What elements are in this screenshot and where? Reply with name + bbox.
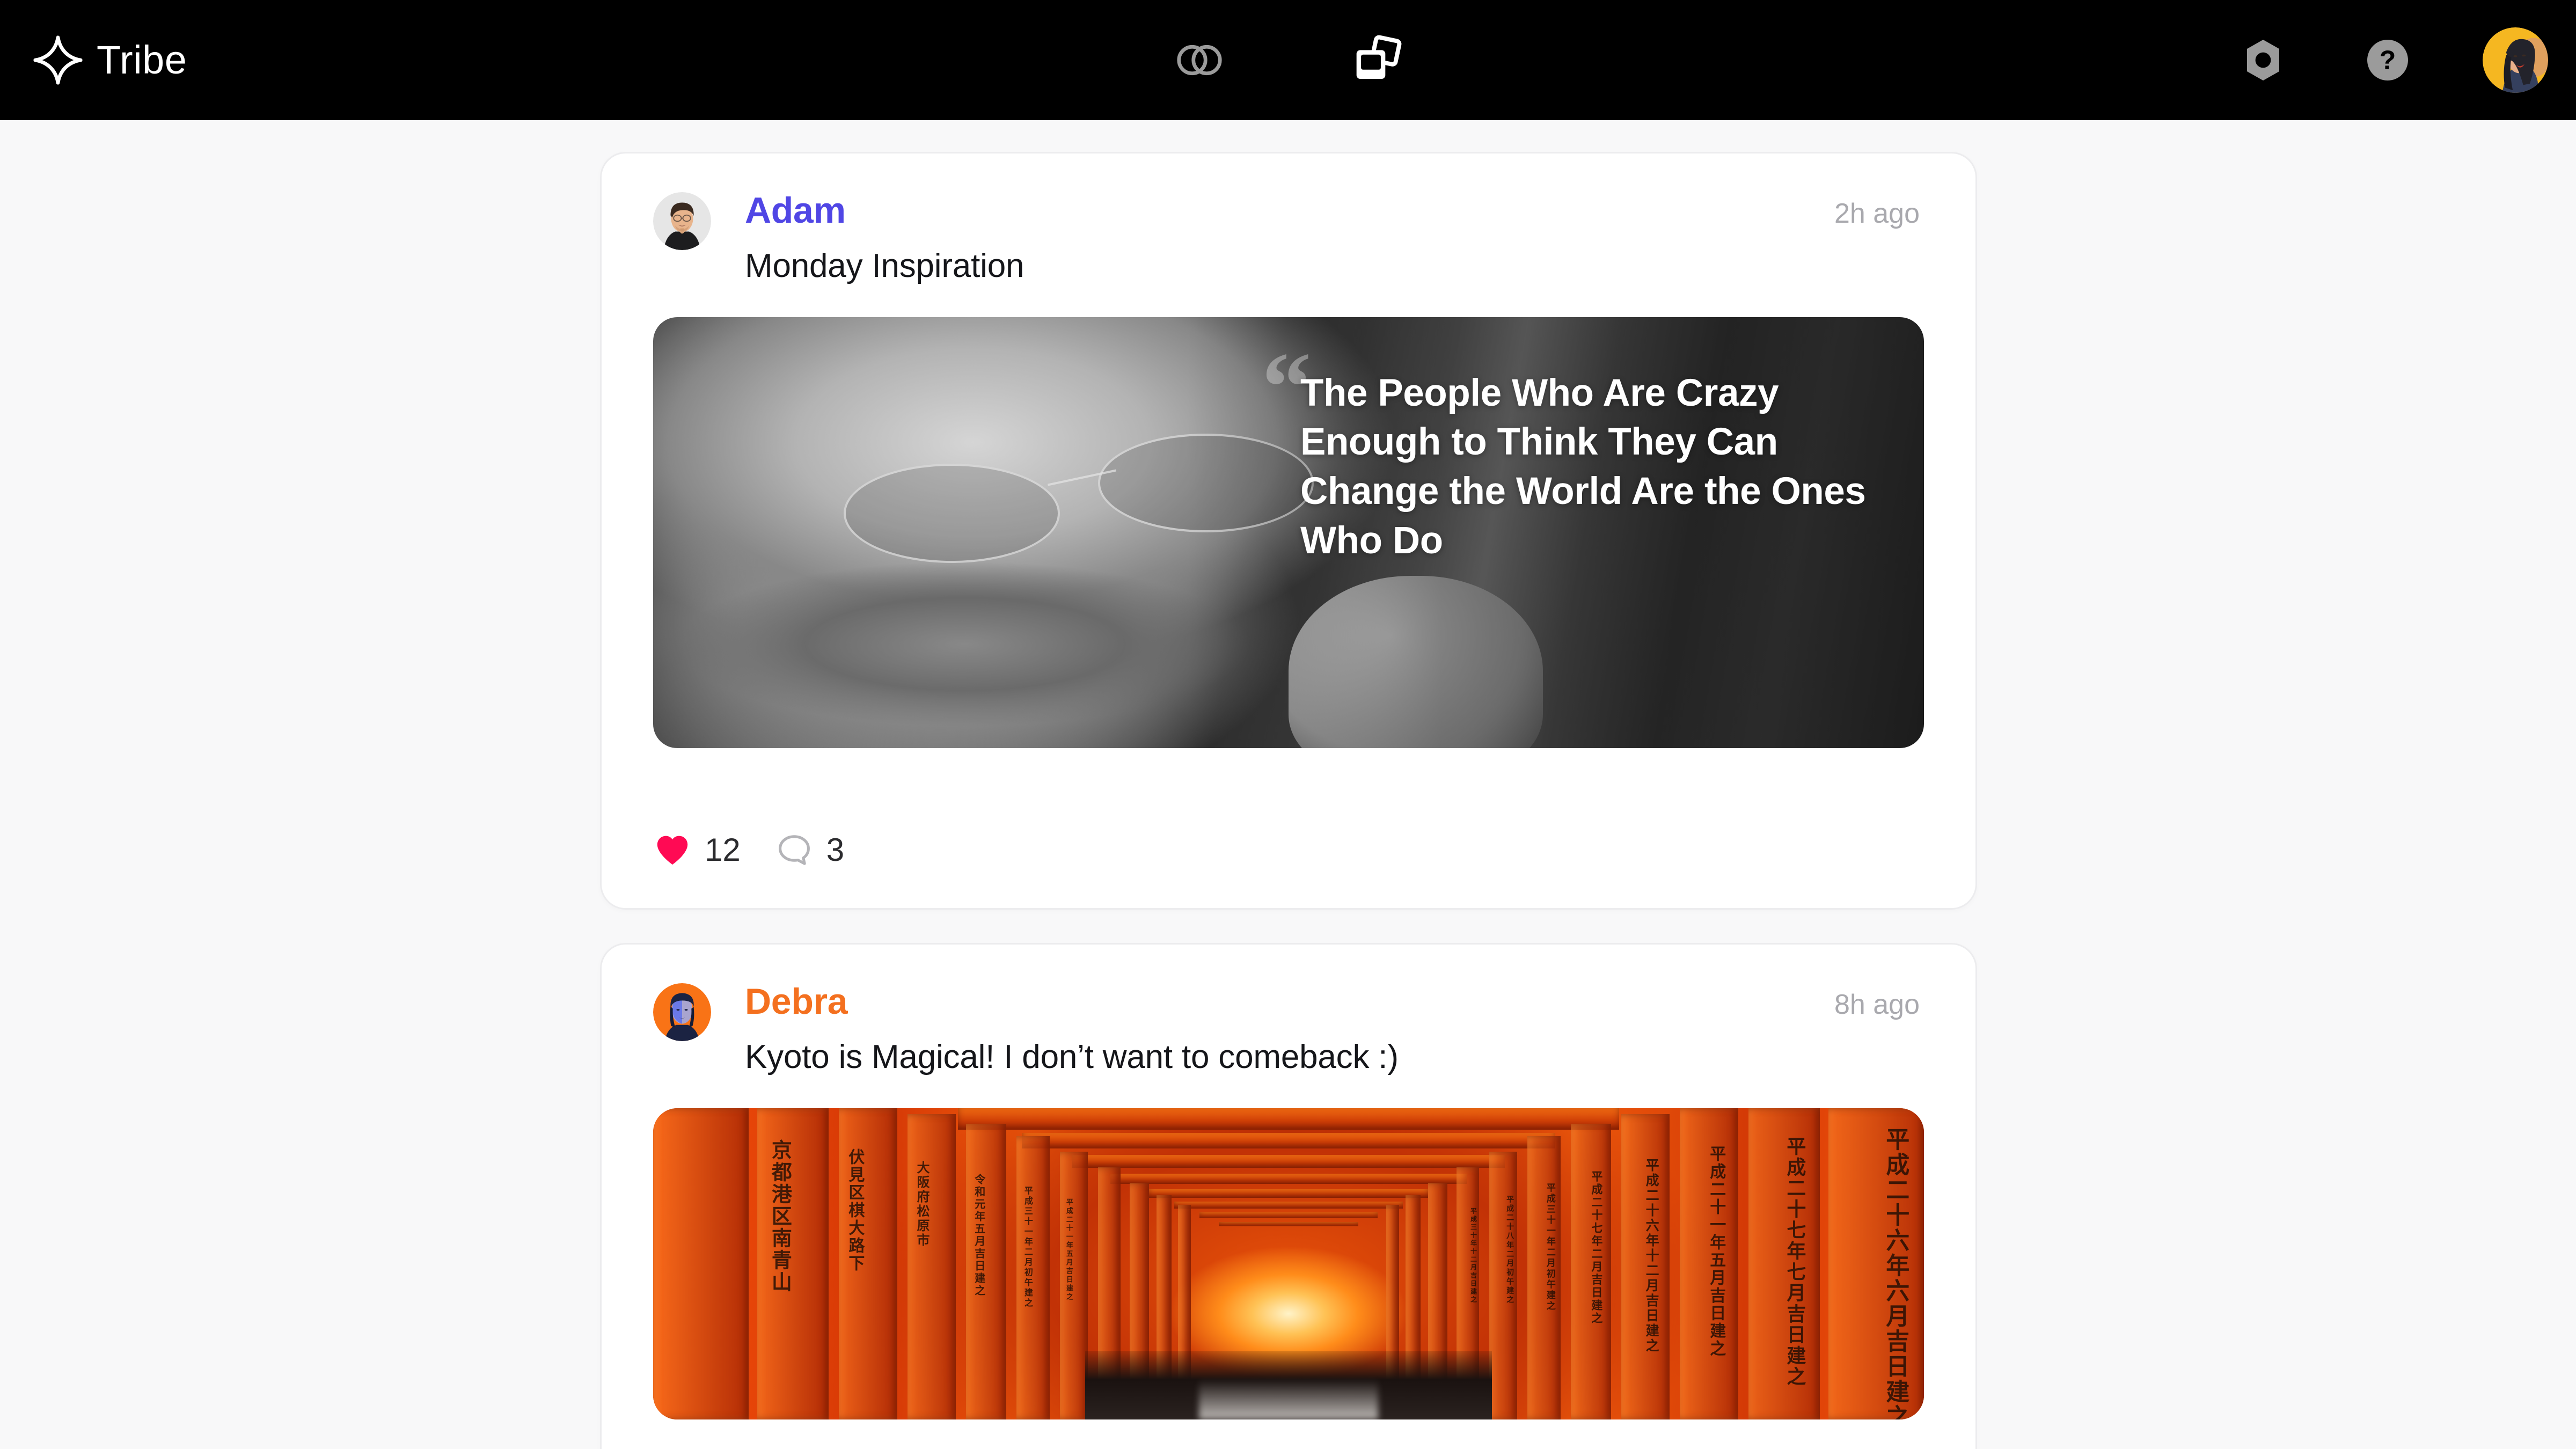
kanji-column: 大阪府松原市	[914, 1161, 930, 1248]
post-reactions: 12 3	[653, 831, 844, 869]
post-header: Adam 2h ago Monday Inspiration	[602, 153, 1975, 287]
kanji-column: 平成二十六年六月吉日建之	[1882, 1126, 1909, 1419]
post-media-photo[interactable]: 平成二十六年六月吉日建之 平成二十七年七月吉日建之 平成二十一年五月吉日建之 平…	[653, 1108, 1924, 1419]
post-media-quote-image[interactable]: “ The People Who Are Crazy Enough to Thi…	[653, 317, 1924, 748]
kanji-column: 令和元年五月吉日建之	[972, 1173, 986, 1297]
kyoto-torii-gates-photo: 平成二十六年六月吉日建之 平成二十七年七月吉日建之 平成二十一年五月吉日建之 平…	[653, 1108, 1924, 1419]
center-navigation	[1162, 0, 1414, 120]
settings-button[interactable]	[2234, 31, 2293, 90]
heart-icon	[657, 836, 688, 865]
post-header: Debra 8h ago Kyoto is Magical! I don’t w…	[602, 945, 1975, 1078]
avatar-image	[2483, 27, 2548, 93]
brand-name: Tribe	[97, 38, 187, 82]
avatar-image	[653, 983, 711, 1041]
comment-count: 3	[826, 832, 845, 868]
post-header-text: Adam 2h ago Monday Inspiration	[745, 192, 1924, 287]
kanji-column: 伏見区棋大路下	[845, 1148, 865, 1273]
nav-item-circles[interactable]	[1162, 23, 1237, 98]
interlocking-circles-icon	[1177, 45, 1222, 76]
post-card: Adam 2h ago Monday Inspiration “ The Peo…	[600, 152, 1977, 910]
post-header-text: Debra 8h ago Kyoto is Magical! I don’t w…	[745, 983, 1924, 1078]
kanji-column: 平成二十六年十二月吉日建之	[1644, 1158, 1660, 1353]
quote-overlay: “ The People Who Are Crazy Enough to Thi…	[1262, 338, 1901, 565]
nav-item-feed[interactable]	[1339, 23, 1414, 98]
post-timestamp: 2h ago	[1834, 198, 1920, 229]
kanji-column: 平成二十一年五月吉日建之	[1707, 1145, 1726, 1358]
post-body-text: Kyoto is Magical! I don’t want to comeba…	[745, 1038, 1399, 1076]
kanji-column: 平成三十年十二月吉日建之	[1469, 1208, 1477, 1305]
post-author-avatar[interactable]	[653, 983, 711, 1041]
post-name-row: Adam 2h ago	[745, 192, 1924, 229]
speech-bubble-icon	[778, 835, 810, 865]
post-feed: Adam 2h ago Monday Inspiration “ The Peo…	[0, 120, 2576, 1449]
kanji-column: 平成三十一年二月初午建之	[1022, 1185, 1033, 1308]
post-author-name[interactable]: Debra	[745, 983, 848, 1020]
comment-reaction[interactable]: 3	[775, 831, 844, 869]
kanji-column: 平成二十七年七月吉日建之	[1783, 1136, 1806, 1388]
hex-nut-gear-icon	[2247, 40, 2279, 80]
like-reaction[interactable]: 12	[653, 831, 741, 869]
post-author-name[interactable]: Adam	[745, 192, 846, 229]
kanji-column: 京都港区南青山	[768, 1139, 792, 1293]
top-navigation-bar: Tribe ?	[0, 0, 2576, 120]
kanji-column: 平成三十一年二月初午建之	[1544, 1183, 1555, 1312]
avatar-image	[653, 192, 711, 250]
help-button[interactable]: ?	[2358, 31, 2417, 90]
kanji-column: 平成二十七年二月吉日建之	[1590, 1170, 1603, 1325]
post-body-text: Monday Inspiration	[745, 247, 1024, 285]
svg-text:?: ?	[2380, 45, 2396, 75]
four-point-star-icon	[33, 35, 83, 85]
kanji-column: 平成二十一年五月吉日建之	[1064, 1198, 1073, 1302]
brand-logo-group[interactable]: Tribe	[32, 0, 187, 120]
question-mark-circle-icon: ?	[2367, 40, 2408, 80]
post-author-avatar[interactable]	[653, 192, 711, 250]
quote-text: The People Who Are Crazy Enough to Think…	[1300, 371, 1866, 562]
post-name-row: Debra 8h ago	[745, 983, 1924, 1020]
kanji-column: 平成二十八年二月初午建之	[1505, 1195, 1514, 1305]
account-avatar[interactable]	[2483, 27, 2548, 93]
like-count: 12	[705, 832, 741, 868]
post-timestamp: 8h ago	[1834, 989, 1920, 1020]
right-actions: ?	[2234, 0, 2548, 120]
photo-cards-icon	[1356, 35, 1402, 79]
post-card: Debra 8h ago Kyoto is Magical! I don’t w…	[600, 943, 1977, 1449]
